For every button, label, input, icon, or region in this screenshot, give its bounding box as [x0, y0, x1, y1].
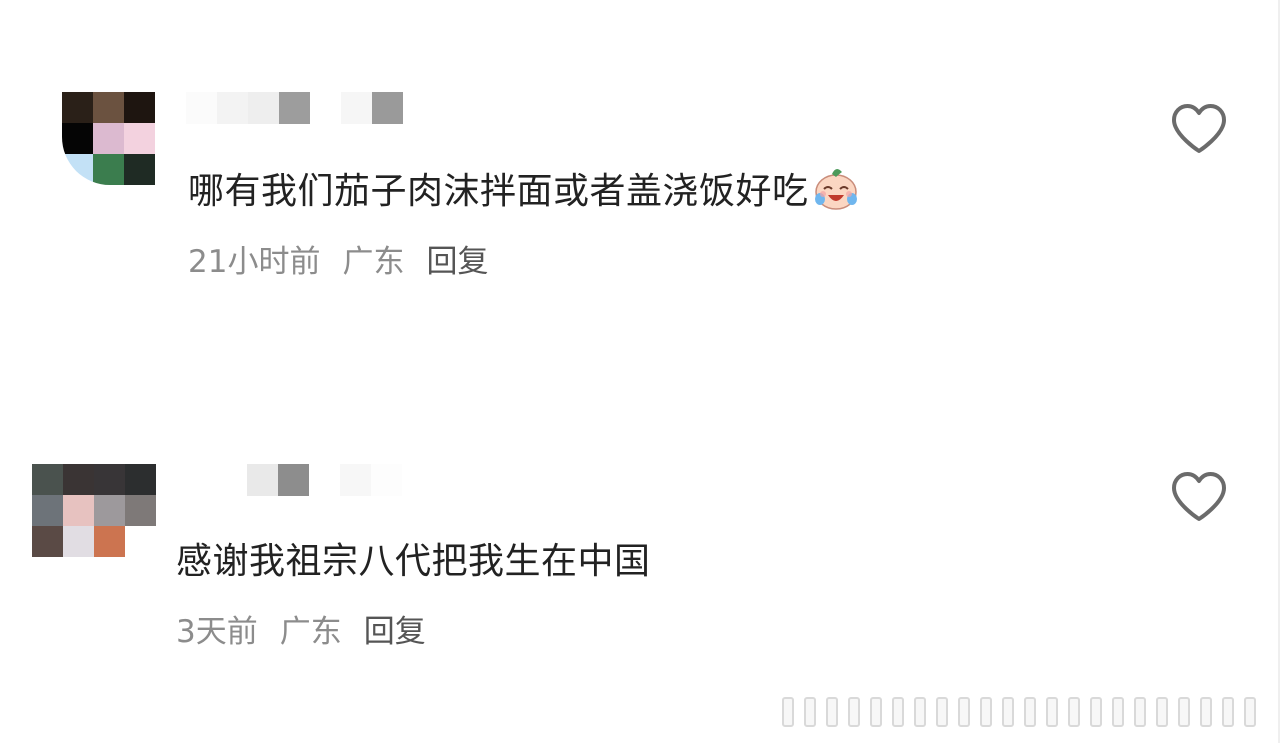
avatar[interactable] — [62, 92, 155, 185]
username-pixel — [372, 92, 403, 124]
watermark-bar — [1244, 697, 1256, 727]
watermark-bar — [1046, 697, 1058, 727]
watermark-bar — [1178, 697, 1190, 727]
comment-text-content: 感谢我祖宗八代把我生在中国 — [176, 541, 651, 582]
avatar-pixel — [93, 123, 124, 154]
watermark-bar — [1002, 697, 1014, 727]
watermark-bar — [1024, 697, 1036, 727]
watermark-bar — [980, 697, 992, 727]
avatar-pixel — [125, 495, 156, 526]
avatar-pixel — [94, 495, 125, 526]
avatar-pixel — [94, 526, 125, 557]
username-mosaic[interactable] — [186, 92, 403, 124]
username-pixel — [310, 92, 341, 124]
watermark-bar — [892, 697, 904, 727]
avatar-pixel — [125, 464, 156, 495]
watermark-bar — [848, 697, 860, 727]
comment-location: 广东 — [279, 614, 342, 650]
watermark-bar — [1156, 697, 1168, 727]
avatar-pixel — [62, 154, 93, 185]
avatar-pixel — [124, 92, 155, 123]
username-pixel — [279, 92, 310, 124]
watermark-bars — [782, 697, 1256, 727]
avatar-pixel — [93, 154, 124, 185]
watermark-bar — [958, 697, 970, 727]
username-pixel — [186, 92, 217, 124]
avatar-pixel — [62, 92, 93, 123]
watermark-bar — [782, 697, 794, 727]
avatar-pixel — [124, 154, 155, 185]
heart-outline-icon[interactable] — [1170, 103, 1228, 155]
watermark-bar — [804, 697, 816, 727]
heart-outline-icon[interactable] — [1170, 471, 1228, 523]
username-pixel — [278, 464, 309, 496]
avatar-pixel — [124, 123, 155, 154]
watermark-bar — [914, 697, 926, 727]
comment-time: 3天前 — [176, 614, 258, 650]
reply-button[interactable]: 回复 — [364, 606, 426, 651]
watermark-bar — [1222, 697, 1234, 727]
watermark-bar — [1200, 697, 1212, 727]
username-pixel — [247, 464, 278, 496]
avatar-pixel — [94, 464, 125, 495]
comment-meta: 21小时前 广东 回复 — [188, 236, 488, 281]
watermark-bar — [936, 697, 948, 727]
comment-list: 哪有我们茄子肉沫拌面或者盖浇饭好吃 21小时前 广东 回复 感谢我祖宗八代把我生… — [0, 0, 1280, 743]
watermark-bar — [1112, 697, 1124, 727]
watermark-bar — [1068, 697, 1080, 727]
username-pixel — [341, 92, 372, 124]
username-pixel — [248, 92, 279, 124]
username-pixel — [371, 464, 402, 496]
avatar-pixel — [32, 464, 63, 495]
watermark-bar — [826, 697, 838, 727]
comment-location: 广东 — [342, 244, 405, 280]
username-mosaic[interactable] — [216, 464, 402, 496]
avatar-pixel — [125, 526, 156, 557]
comment-text[interactable]: 哪有我们茄子肉沫拌面或者盖浇饭好吃 — [188, 162, 861, 214]
watermark-bar — [1134, 697, 1146, 727]
watermark-bar — [1090, 697, 1102, 727]
avatar-pixel — [32, 495, 63, 526]
avatar-pixel — [62, 123, 93, 154]
avatar-pixel — [63, 495, 94, 526]
avatar-pixel — [93, 92, 124, 123]
username-pixel — [216, 464, 247, 496]
avatar-pixel — [63, 526, 94, 557]
avatar[interactable] — [32, 464, 156, 557]
username-pixel — [217, 92, 248, 124]
comment-time: 21小时前 — [188, 244, 321, 280]
comment-meta: 3天前 广东 回复 — [176, 606, 426, 651]
username-pixel — [340, 464, 371, 496]
comment-text[interactable]: 感谢我祖宗八代把我生在中国 — [176, 532, 651, 584]
avatar-pixel — [32, 526, 63, 557]
avatar-pixel — [63, 464, 94, 495]
comment-text-content: 哪有我们茄子肉沫拌面或者盖浇饭好吃 — [188, 171, 809, 212]
laughing-crying-baby-emoji — [814, 168, 857, 210]
reply-button[interactable]: 回复 — [426, 236, 488, 281]
username-pixel — [309, 464, 340, 496]
watermark-bar — [870, 697, 882, 727]
